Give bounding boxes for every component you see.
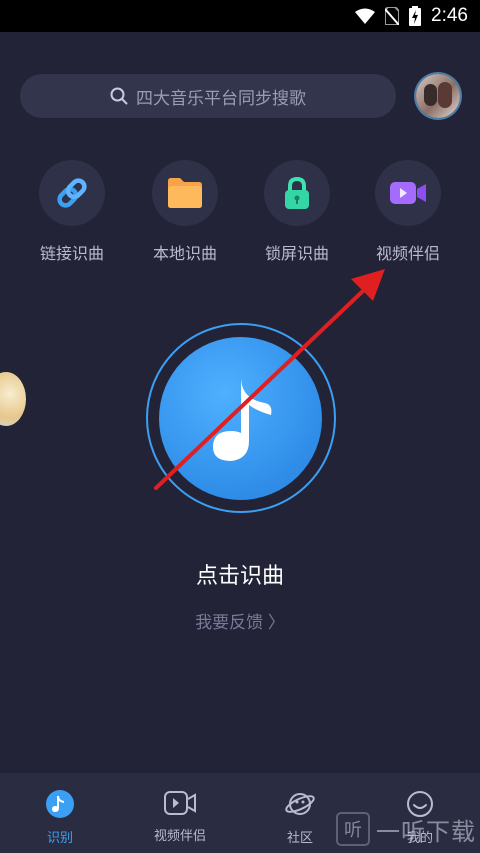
feature-local-recognize[interactable]: 本地识曲 [135, 160, 235, 264]
nav-label: 视频伴侣 [153, 828, 206, 843]
feature-link-recognize[interactable]: 链接识曲 [22, 160, 122, 264]
video-camera-icon [390, 182, 426, 204]
feature-label: 本地识曲 [152, 246, 217, 263]
avatar[interactable] [416, 74, 460, 118]
wifi-icon [355, 8, 376, 24]
planet-icon [285, 793, 315, 815]
feature-label: 链接识曲 [39, 246, 104, 263]
watermark-text: 一听下载 [376, 818, 476, 846]
search-placeholder: 四大音乐平台同步搜歌 [136, 88, 306, 108]
link-icon [57, 178, 87, 208]
feature-label: 视频伴侣 [375, 246, 440, 263]
feature-video-companion[interactable]: 视频伴侣 [358, 160, 458, 264]
nav-item-recognize[interactable]: 识别 [0, 773, 120, 853]
video-icon [164, 791, 196, 815]
folder-icon [168, 178, 202, 208]
music-note-icon [212, 376, 271, 461]
search-icon [110, 87, 128, 105]
battery-charging-icon [409, 6, 422, 26]
status-bar: 2:46 [0, 0, 480, 32]
watermark: 听 一听下载 [336, 806, 480, 852]
recognize-title: 点击识曲 [195, 563, 284, 588]
nav-item-video-companion[interactable]: 视频伴侣 [120, 773, 240, 853]
search-bar[interactable]: 四大音乐平台同步搜歌 [20, 74, 396, 118]
watermark-logo: 听 [336, 812, 370, 846]
feature-grid: 链接识曲 本地识曲 锁屏识曲 视频伴侣 [0, 160, 480, 270]
nav-label: 识别 [46, 830, 73, 845]
feature-lockscreen-recognize[interactable]: 锁屏识曲 [247, 160, 347, 264]
feedback-link[interactable]: 我要反馈 〉 [0, 608, 480, 633]
recognize-button[interactable] [159, 337, 322, 500]
nav-label: 社区 [286, 830, 313, 845]
clock: 2:46 [431, 5, 468, 26]
no-sim-icon [385, 7, 400, 25]
lock-icon [285, 176, 309, 209]
feature-label: 锁屏识曲 [264, 246, 329, 263]
floating-assistant-bubble[interactable] [0, 372, 26, 426]
music-note-icon [46, 790, 74, 818]
